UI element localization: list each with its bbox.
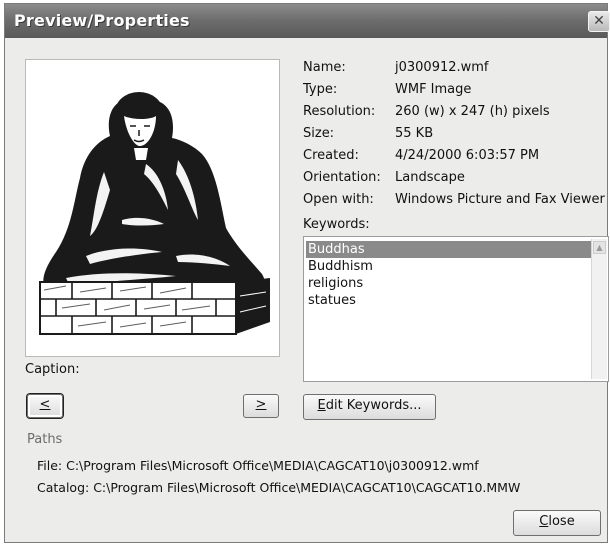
catalog-path: Catalog: C:\Program Files\Microsoft Offi… [37, 480, 521, 495]
property-value: 260 (w) x 247 (h) pixels [395, 104, 550, 119]
keyword-item[interactable]: statues [308, 292, 356, 310]
paths-label: Paths [27, 432, 63, 447]
property-label: Name: [303, 60, 346, 75]
buddha-statue-image [39, 92, 270, 335]
next-button-label: > [255, 397, 267, 412]
dialog-title: Preview/Properties [14, 11, 190, 30]
keywords-scrollbar[interactable]: ▲ [591, 239, 607, 379]
keywords-label: Keywords: [303, 217, 370, 232]
close-label: lose [548, 514, 575, 529]
close-accel: C [539, 514, 549, 529]
previous-button-label: < [39, 397, 51, 412]
property-value: 4/24/2000 6:03:57 PM [395, 148, 540, 163]
keyword-item[interactable]: Buddhas [308, 241, 365, 259]
property-value: WMF Image [395, 82, 472, 97]
property-label: Open with: [303, 192, 374, 207]
close-button[interactable]: Close [513, 510, 601, 536]
edit-keywords-label: dit Keywords... [325, 398, 422, 413]
keyword-item[interactable]: Buddhism [308, 258, 373, 276]
keywords-list[interactable]: Buddhas Buddhism religions statues ▲ [303, 236, 609, 382]
close-icon[interactable]: ✕ [588, 11, 610, 32]
previous-button[interactable]: < [27, 394, 63, 418]
title-bar[interactable]: Preview/Properties ✕ [5, 4, 610, 38]
file-path: File: C:\Program Files\Microsoft Office\… [37, 458, 479, 473]
edit-keywords-accel: E [317, 398, 326, 413]
property-label: Type: [303, 82, 338, 97]
next-button[interactable]: > [243, 394, 279, 418]
keyword-item[interactable]: religions [308, 275, 363, 293]
property-value: 55 KB [395, 126, 434, 141]
property-value: Windows Picture and Fax Viewer [395, 192, 605, 207]
property-label: Orientation: [303, 170, 381, 185]
property-label: Created: [303, 148, 359, 163]
image-preview [25, 59, 280, 357]
caption-label: Caption: [25, 362, 80, 377]
property-value: Landscape [395, 170, 465, 185]
property-value: j0300912.wmf [395, 60, 489, 75]
edit-keywords-button[interactable]: Edit Keywords... [303, 394, 436, 420]
preview-properties-dialog: Preview/Properties ✕ Name: j0300912.wmf … [4, 3, 610, 543]
property-label: Size: [303, 126, 335, 141]
property-label: Resolution: [303, 104, 376, 119]
scroll-up-icon[interactable]: ▲ [593, 241, 606, 254]
